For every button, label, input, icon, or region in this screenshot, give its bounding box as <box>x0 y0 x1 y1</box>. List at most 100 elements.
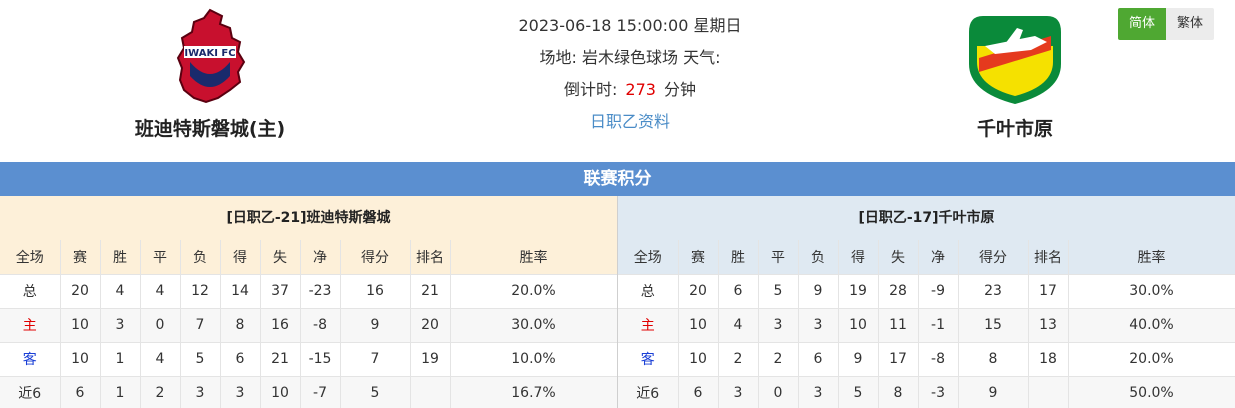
table-cell: -7 <box>300 376 341 408</box>
league-standings-title: 联赛积分 <box>0 162 1235 196</box>
table-cell: 3 <box>180 376 221 408</box>
table-cell: 10 <box>60 308 101 343</box>
column-header: 失 <box>878 240 919 275</box>
table-cell: 10 <box>838 308 879 343</box>
home-team: IWAKI FC 班迪特斯磐城(主) <box>100 6 320 141</box>
table-cell: 20 <box>60 274 101 309</box>
column-header: 全场 <box>618 240 679 275</box>
table-cell: 2 <box>718 342 759 377</box>
match-datetime: 2023-06-18 15:00:00 星期日 <box>518 16 742 35</box>
table-cell: 8 <box>220 308 261 343</box>
column-header: 排名 <box>410 240 451 275</box>
table-cell: 13 <box>1028 308 1069 343</box>
home-standings-title[interactable]: [日职乙-21]班迪特斯磐城 <box>0 196 617 240</box>
column-header: 全场 <box>0 240 61 275</box>
table-cell: 1 <box>100 376 141 408</box>
column-header: 胜 <box>718 240 759 275</box>
table-cell: 20.0% <box>450 274 618 309</box>
row-label: 客 <box>0 342 61 377</box>
away-team-name[interactable]: 千叶市原 <box>905 114 1125 141</box>
table-cell: 6 <box>798 342 839 377</box>
table-cell: 4 <box>140 342 181 377</box>
table-cell: 40.0% <box>1068 308 1235 343</box>
table-cell: 12 <box>180 274 221 309</box>
table-cell: -8 <box>300 308 341 343</box>
table-cell: 16.7% <box>450 376 618 408</box>
table-cell: 15 <box>958 308 1029 343</box>
table-cell: 3 <box>798 376 839 408</box>
league-info-link[interactable]: 日职乙资料 <box>430 106 830 138</box>
table-cell: 14 <box>220 274 261 309</box>
table-cell: 3 <box>220 376 261 408</box>
table-cell: 3 <box>100 308 141 343</box>
column-header: 得分 <box>340 240 411 275</box>
table-cell: -8 <box>918 342 959 377</box>
table-cell: 20 <box>410 308 451 343</box>
table-cell: 7 <box>340 342 411 377</box>
table-cell: 7 <box>180 308 221 343</box>
table-cell: 5 <box>180 342 221 377</box>
table-row: 总 20 4 4 12 14 37 -23 16 21 20.0% <box>0 274 618 309</box>
table-cell: 19 <box>838 274 879 309</box>
table-cell: -9 <box>918 274 959 309</box>
iwaki-fc-logo: IWAKI FC <box>176 8 246 104</box>
column-header: 排名 <box>1028 240 1069 275</box>
table-cell: 23 <box>958 274 1029 309</box>
column-header: 得 <box>838 240 879 275</box>
table-cell: 10 <box>260 376 301 408</box>
match-info: 2023-06-18 15:00:00 星期日 场地: 岩木绿色球场 天气: 倒… <box>430 10 830 138</box>
column-header: 赛 <box>678 240 719 275</box>
column-header: 失 <box>260 240 301 275</box>
table-cell: 17 <box>878 342 919 377</box>
table-cell: 10 <box>678 342 719 377</box>
jef-chiba-logo <box>969 16 1061 104</box>
column-header: 得分 <box>958 240 1029 275</box>
table-cell: 6 <box>60 376 101 408</box>
table-cell: 3 <box>718 376 759 408</box>
table-row: 客 10 2 2 6 9 17 -8 8 18 20.0% <box>618 342 1235 377</box>
table-cell: 21 <box>260 342 301 377</box>
column-header: 平 <box>140 240 181 275</box>
table-cell: -15 <box>300 342 341 377</box>
table-cell: 4 <box>140 274 181 309</box>
table-cell: -1 <box>918 308 959 343</box>
home-standings: [日职乙-21]班迪特斯磐城 全场赛胜平负得失净得分 排名 胜率 总 20 4 4 12 14… <box>0 196 618 408</box>
table-cell: 16 <box>260 308 301 343</box>
table-cell: 17 <box>1028 274 1069 309</box>
countdown-value: 273 <box>625 80 656 99</box>
table-cell <box>410 376 451 408</box>
table-cell: 9 <box>340 308 411 343</box>
table-cell: 30.0% <box>1068 274 1235 309</box>
table-row: 近6 6 3 0 3 5 8 -3 9 50.0% <box>618 376 1235 408</box>
table-cell: 10 <box>678 308 719 343</box>
simplified-chinese-button[interactable]: 简体 <box>1118 8 1166 40</box>
table-cell: 9 <box>798 274 839 309</box>
table-cell: 5 <box>758 274 799 309</box>
home-team-name[interactable]: 班迪特斯磐城(主) <box>100 114 320 141</box>
table-cell: -3 <box>918 376 959 408</box>
table-cell: 28 <box>878 274 919 309</box>
table-cell: 18 <box>1028 342 1069 377</box>
table-cell: -23 <box>300 274 341 309</box>
table-cell: 30.0% <box>450 308 618 343</box>
table-cell: 0 <box>140 308 181 343</box>
row-label: 主 <box>0 308 61 343</box>
table-cell: 10.0% <box>450 342 618 377</box>
away-team: 千叶市原 <box>905 6 1125 141</box>
table-cell: 37 <box>260 274 301 309</box>
column-header: 净 <box>300 240 341 275</box>
traditional-chinese-button[interactable]: 繁体 <box>1166 8 1214 40</box>
table-cell: 4 <box>100 274 141 309</box>
table-cell: 5 <box>340 376 411 408</box>
table-cell: 5 <box>838 376 879 408</box>
column-header: 胜率 <box>1068 240 1235 275</box>
table-cell: 20 <box>678 274 719 309</box>
away-standings-title[interactable]: [日职乙-17]千叶市原 <box>618 196 1235 240</box>
match-header: IWAKI FC 班迪特斯磐城(主) 2023-06-18 15:00:00 星… <box>0 0 1235 160</box>
table-cell: 9 <box>958 376 1029 408</box>
language-switch: 简体 繁体 <box>1118 8 1214 40</box>
table-cell: 10 <box>60 342 101 377</box>
countdown-unit: 分钟 <box>663 80 696 99</box>
match-venue: 场地: 岩木绿色球场 天气: <box>539 48 721 67</box>
svg-text:IWAKI FC: IWAKI FC <box>184 48 235 59</box>
